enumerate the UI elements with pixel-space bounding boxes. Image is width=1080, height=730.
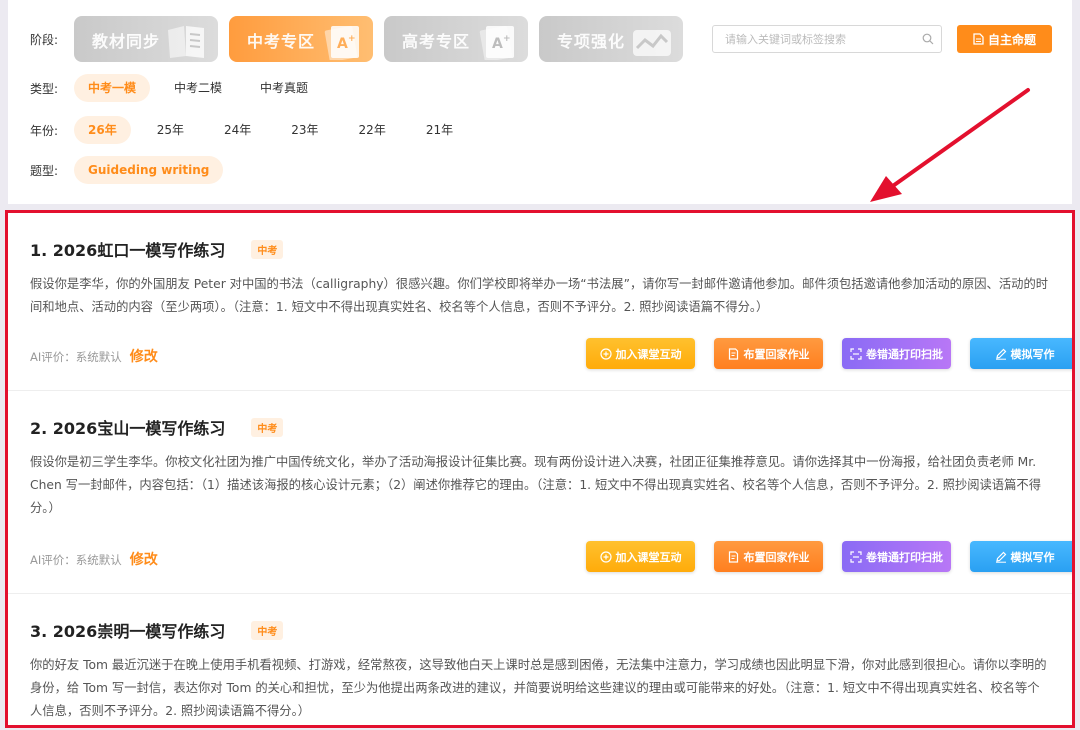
year-chip-24[interactable]: 24年 xyxy=(210,116,265,144)
item-tag: 中考 xyxy=(251,239,284,259)
pencil-icon xyxy=(995,551,1006,563)
type-chip-mock1[interactable]: 中考一模 xyxy=(74,74,151,102)
book-icon xyxy=(168,26,204,58)
year-label: 年份: xyxy=(30,123,59,138)
add-to-class-label: 加入课堂互动 xyxy=(615,347,682,361)
year-row: 年份: 26年 25年 24年 23年 22年 21年 xyxy=(8,116,479,144)
paper-a-icon: A + xyxy=(324,26,359,60)
stage-row: 阶段: 教材同步 中考专区 A + 高考专区 A + 专项强化 xyxy=(8,16,694,62)
chart-wave-icon xyxy=(633,30,671,56)
filter-panel: 阶段: 教材同步 中考专区 A + 高考专区 A + 专项强化 请输入关键词或标… xyxy=(8,0,1072,204)
scan-print-label: 卷错通打印扫批 xyxy=(866,347,943,361)
paper-a-icon: A + xyxy=(479,26,514,60)
plus-circle-icon xyxy=(599,347,612,360)
item-title-row: 3. 2026崇明一模写作练习 中考 xyxy=(30,618,284,642)
item-title-row: 1. 2026虹口一模写作练习 中考 xyxy=(30,237,284,261)
topic-chip-guided-writing[interactable]: Guideding writing xyxy=(74,156,224,184)
ai-evaluation: AI评价：系统默认 修改 xyxy=(30,346,158,366)
search-input[interactable] xyxy=(713,32,915,46)
simulate-writing-button[interactable]: 模拟写作 xyxy=(970,541,1072,572)
year-chip-25[interactable]: 25年 xyxy=(143,116,198,144)
stage-card-label: 中考专区 xyxy=(247,32,316,51)
topic-label: 题型: xyxy=(30,163,59,178)
year-chip-26[interactable]: 26年 xyxy=(74,116,131,144)
topic-row: 题型: Guideding writing xyxy=(8,156,233,184)
search-box xyxy=(712,25,942,53)
add-to-class-button[interactable]: 加入课堂互动 xyxy=(586,338,695,369)
document-icon xyxy=(973,33,984,45)
svg-text:+: + xyxy=(348,34,356,44)
list-item: 1. 2026虹口一模写作练习 中考 假设你是李华，你的外国朋友 Peter 对… xyxy=(8,213,1072,391)
ai-evaluation: AI评价：系统默认 修改 xyxy=(30,549,158,569)
modify-link[interactable]: 修改 xyxy=(130,549,158,569)
plus-circle-icon xyxy=(599,550,612,563)
stage-label: 阶段: xyxy=(30,32,59,47)
stage-card-label: 高考专区 xyxy=(402,32,471,51)
stage-card-textbook[interactable]: 教材同步 xyxy=(74,16,218,62)
search-icon[interactable] xyxy=(915,33,941,45)
year-chip-21[interactable]: 21年 xyxy=(412,116,467,144)
stage-card-zhongkao[interactable]: 中考专区 A + xyxy=(229,16,373,62)
simulate-writing-label: 模拟写作 xyxy=(1010,347,1055,361)
list-item: 3. 2026崇明一模写作练习 中考 你的好友 Tom 最近沉迷于在晚上使用手机… xyxy=(8,594,1072,725)
item-tag: 中考 xyxy=(251,620,284,640)
edit-document-icon xyxy=(728,550,738,563)
type-chip-real[interactable]: 中考真题 xyxy=(246,74,322,102)
modify-link[interactable]: 修改 xyxy=(130,346,158,366)
assign-homework-button[interactable]: 布置回家作业 xyxy=(714,541,823,572)
assign-homework-label: 布置回家作业 xyxy=(743,347,810,361)
item-actions: 加入课堂互动 布置回家作业 卷错通打印扫批 模拟写作 xyxy=(586,541,1072,572)
type-row: 类型: 中考一模 中考二模 中考真题 xyxy=(8,74,332,102)
scan-print-label: 卷错通打印扫批 xyxy=(866,550,943,564)
custom-exam-button[interactable]: 自主命题 xyxy=(957,25,1052,53)
svg-text:A: A xyxy=(492,36,503,52)
custom-exam-label: 自主命题 xyxy=(987,32,1036,47)
add-to-class-label: 加入课堂互动 xyxy=(615,550,682,564)
type-label: 类型: xyxy=(30,81,59,96)
item-title[interactable]: 3. 2026崇明一模写作练习 xyxy=(30,618,225,642)
item-title-row: 2. 2026宝山一模写作练习 中考 xyxy=(30,415,284,439)
svg-text:A: A xyxy=(337,36,348,52)
ai-evaluation-label: AI评价：系统默认 xyxy=(30,350,122,364)
list-item: 2. 2026宝山一模写作练习 中考 假设你是初三学生李华。你校文化社团为推广中… xyxy=(8,391,1072,594)
item-description: 假设你是初三学生李华。你校文化社团为推广中国传统文化，举办了活动海报设计征集比赛… xyxy=(30,455,1041,515)
assign-homework-button[interactable]: 布置回家作业 xyxy=(714,338,823,369)
simulate-writing-label: 模拟写作 xyxy=(1010,550,1055,564)
stage-card-gaokao[interactable]: 高考专区 A + xyxy=(384,16,528,62)
stage-card-label: 教材同步 xyxy=(92,32,161,51)
item-title[interactable]: 1. 2026虹口一模写作练习 xyxy=(30,237,225,261)
add-to-class-button[interactable]: 加入课堂互动 xyxy=(586,541,695,572)
scan-print-button[interactable]: 卷错通打印扫批 xyxy=(842,541,951,572)
item-title[interactable]: 2. 2026宝山一模写作练习 xyxy=(30,415,225,439)
pencil-icon xyxy=(995,348,1006,360)
year-chip-22[interactable]: 22年 xyxy=(345,116,400,144)
svg-text:+: + xyxy=(503,34,511,44)
assign-homework-label: 布置回家作业 xyxy=(743,550,810,564)
item-tag: 中考 xyxy=(251,417,284,437)
scan-print-button[interactable]: 卷错通打印扫批 xyxy=(842,338,951,369)
simulate-writing-button[interactable]: 模拟写作 xyxy=(970,338,1072,369)
scan-icon xyxy=(850,550,862,563)
exercise-list: 1. 2026虹口一模写作练习 中考 假设你是李华，你的外国朋友 Peter 对… xyxy=(5,210,1075,728)
edit-document-icon xyxy=(728,347,738,360)
year-chip-23[interactable]: 23年 xyxy=(277,116,332,144)
ai-evaluation-label: AI评价：系统默认 xyxy=(30,553,122,567)
item-description: 你的好友 Tom 最近沉迷于在晚上使用手机看视频、打游戏，经常熬夜，这导致他白天… xyxy=(30,658,1047,718)
stage-card-special[interactable]: 专项强化 xyxy=(539,16,683,62)
type-chip-mock2[interactable]: 中考二模 xyxy=(160,74,236,102)
item-description: 假设你是李华，你的外国朋友 Peter 对中国的书法（calligraphy）很… xyxy=(30,277,1049,314)
item-actions: 加入课堂互动 布置回家作业 卷错通打印扫批 模拟写作 xyxy=(586,338,1072,369)
stage-card-label: 专项强化 xyxy=(557,32,626,51)
scan-icon xyxy=(850,347,862,360)
